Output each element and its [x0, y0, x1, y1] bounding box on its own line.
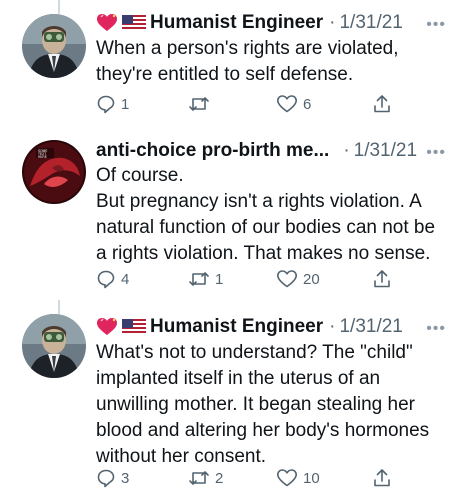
share-button[interactable] — [372, 269, 392, 289]
text-line: implanted itself in the uterus of an — [96, 368, 381, 389]
heart-icon — [277, 95, 297, 113]
more-options-icon[interactable]: ••• — [426, 320, 446, 338]
retweet-icon — [189, 272, 209, 286]
reply-button[interactable]: 1 — [96, 94, 129, 114]
us-flag-icon — [122, 319, 146, 335]
like-button[interactable]: 6 — [276, 94, 311, 114]
separator: · — [343, 140, 350, 161]
retweet-icon — [189, 471, 209, 485]
avatar[interactable] — [22, 14, 86, 78]
separator: · — [329, 316, 336, 337]
share-icon — [374, 270, 390, 288]
tweet-actions: 3 2 10 — [96, 468, 396, 490]
share-button[interactable] — [372, 94, 392, 114]
text-line: natural function of our bodies can not b… — [96, 217, 436, 238]
retweet-count: 2 — [215, 469, 224, 487]
heart-icon — [277, 469, 297, 487]
text-line: blood and altering her body's hormones — [96, 420, 430, 441]
retweet-icon — [189, 97, 209, 111]
avatar-image — [22, 314, 86, 378]
reply-count: 4 — [121, 270, 130, 288]
reply-count: 1 — [121, 95, 130, 113]
heart-icon — [277, 270, 297, 288]
retweet-count: 1 — [215, 270, 224, 288]
share-icon — [374, 469, 390, 487]
retweet-button[interactable] — [188, 94, 215, 114]
text-line: But pregnancy isn't a rights violation. … — [96, 191, 422, 212]
tweet-actions: 4 1 20 — [96, 269, 396, 291]
tweet-text: What's not to understand? The "child" im… — [96, 340, 452, 470]
svg-text:HERE: HERE — [38, 155, 47, 159]
sparkling-heart-icon — [96, 317, 118, 337]
tweet[interactable]: SOME TEXT HERE anti-choice pro-birth me.… — [0, 135, 466, 300]
tweet-text: When a person's rights are violated, the… — [96, 36, 452, 88]
reply-count: 3 — [121, 469, 130, 487]
like-button[interactable]: 20 — [276, 269, 320, 289]
separator: · — [329, 12, 336, 33]
like-count: 20 — [303, 270, 320, 288]
timestamp[interactable]: 1/31/21 — [339, 12, 402, 34]
tweet-header: Humanist Engineer · 1/31/21 ••• — [96, 314, 446, 340]
like-button[interactable]: 10 — [276, 468, 320, 488]
timestamp[interactable]: 1/31/21 — [339, 316, 402, 338]
avatar[interactable]: SOME TEXT HERE — [22, 140, 86, 204]
text-line: Of course. — [96, 165, 184, 186]
text-line: a rights violation. That makes no sense. — [96, 243, 431, 264]
text-line: When a person's rights are violated, — [96, 38, 399, 59]
like-count: 10 — [303, 469, 320, 487]
more-options-icon[interactable]: ••• — [426, 144, 446, 162]
us-flag-icon — [122, 15, 146, 31]
retweet-button[interactable]: 1 — [188, 269, 223, 289]
tweet-header: anti-choice pro-birth me... · 1/31/21 ••… — [96, 138, 446, 164]
avatar-image: SOME TEXT HERE — [22, 140, 86, 204]
text-line: they're entitled to self defense. — [96, 64, 354, 85]
avatar[interactable] — [22, 314, 86, 378]
reply-icon — [97, 95, 115, 114]
reply-button[interactable]: 3 — [96, 468, 129, 488]
display-name[interactable]: Humanist Engineer — [150, 316, 323, 338]
share-icon — [374, 95, 390, 113]
tweet-thread: Humanist Engineer · 1/31/21 ••• When a p… — [0, 0, 466, 500]
tweet[interactable]: Humanist Engineer · 1/31/21 ••• What's n… — [0, 300, 466, 500]
text-line: unwilling mother. It began stealing her — [96, 394, 415, 415]
reply-button[interactable]: 4 — [96, 269, 129, 289]
display-name[interactable]: Humanist Engineer — [150, 12, 323, 34]
display-name[interactable]: anti-choice pro-birth me... — [96, 140, 329, 162]
share-button[interactable] — [372, 468, 392, 488]
tweet-header: Humanist Engineer · 1/31/21 ••• — [96, 10, 446, 36]
sparkling-heart-icon — [96, 13, 118, 33]
text-line: What's not to understand? The "child" — [96, 342, 413, 363]
like-count: 6 — [303, 95, 312, 113]
retweet-button[interactable]: 2 — [188, 468, 223, 488]
reply-icon — [97, 469, 115, 488]
timestamp[interactable]: 1/31/21 — [354, 140, 417, 162]
tweet[interactable]: Humanist Engineer · 1/31/21 ••• When a p… — [0, 0, 466, 135]
avatar-image — [22, 14, 86, 78]
tweet-actions: 1 6 — [96, 94, 396, 116]
reply-icon — [97, 270, 115, 289]
tweet-text: Of course. But pregnancy isn't a rights … — [96, 163, 452, 267]
text-line: without her consent. — [96, 446, 267, 467]
more-options-icon[interactable]: ••• — [426, 16, 446, 34]
